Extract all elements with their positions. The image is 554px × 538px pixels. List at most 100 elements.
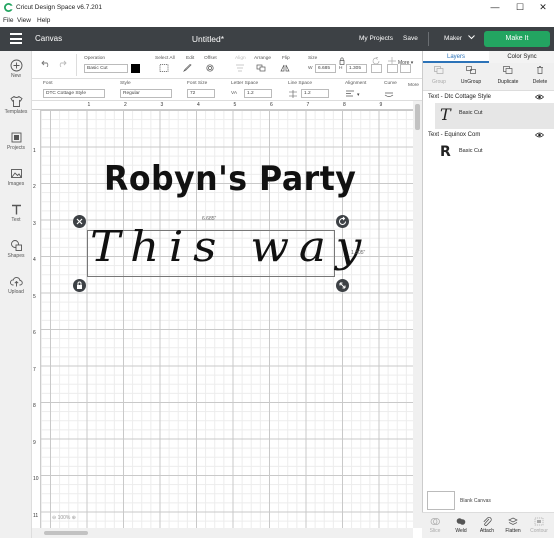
- align-left-icon[interactable]: [345, 90, 355, 98]
- window-title-bar: Cricut Design Space v6.7.201 — ☐ ✕: [0, 0, 554, 16]
- select-all-label: Select All: [155, 56, 175, 61]
- sidebar-item-label: Text: [11, 217, 21, 223]
- curve-icon[interactable]: [384, 90, 394, 98]
- blank-canvas-label: Blank Canvas: [460, 498, 491, 504]
- save-button[interactable]: Save: [403, 35, 418, 42]
- scrollbar-thumb[interactable]: [415, 104, 420, 130]
- minimize-button[interactable]: —: [483, 1, 507, 15]
- font-select[interactable]: DTC Cottage Style: [43, 89, 105, 98]
- chevron-down-icon[interactable]: ▾: [357, 92, 360, 98]
- curve-label: Curve: [384, 81, 397, 86]
- font-label: Font: [43, 81, 53, 86]
- ruler-tick-label: 6: [270, 102, 273, 108]
- style-select[interactable]: Regular: [120, 89, 172, 98]
- vertical-scrollbar[interactable]: [413, 101, 422, 528]
- duplicate-button[interactable]: Duplicate: [494, 66, 522, 85]
- rotate-input[interactable]: [371, 64, 382, 73]
- lock-handle[interactable]: [73, 279, 86, 292]
- undo-icon[interactable]: [41, 59, 51, 67]
- arrange-icon[interactable]: [256, 64, 266, 72]
- delete-handle[interactable]: [73, 215, 86, 228]
- scrollbar-thumb[interactable]: [44, 531, 88, 535]
- weld-icon: [456, 518, 466, 525]
- machine-selector[interactable]: Maker: [444, 35, 475, 42]
- horizontal-scrollbar[interactable]: [32, 528, 413, 538]
- width-prefix: W: [308, 66, 313, 71]
- ruler-tick-label: 1: [33, 147, 36, 154]
- weld-button[interactable]: Weld: [448, 517, 474, 534]
- ungroup-button[interactable]: UnGroup: [457, 66, 485, 85]
- sidebar-item-text[interactable]: Text: [0, 203, 32, 223]
- my-projects-link[interactable]: My Projects: [359, 35, 393, 42]
- heading-text-layer[interactable]: Robyn's Party: [104, 159, 356, 199]
- delete-button[interactable]: Delete: [526, 66, 554, 85]
- layer-operation-label: Basic Cut: [459, 110, 483, 116]
- line-space-icon: [289, 90, 297, 98]
- align-icon[interactable]: [235, 64, 245, 72]
- letter-space-input[interactable]: 1.2: [244, 89, 272, 98]
- redo-icon[interactable]: [57, 59, 67, 67]
- menu-help[interactable]: Help: [37, 17, 50, 24]
- sidebar-item-projects[interactable]: Projects: [0, 131, 32, 151]
- layer-group-cottage[interactable]: Text - Dtc Cottage Style T Basic Cut: [423, 94, 554, 134]
- height-prefix: H: [339, 66, 343, 71]
- sidebar-item-upload[interactable]: Upload: [0, 275, 32, 295]
- eye-icon[interactable]: [535, 132, 544, 138]
- eye-icon[interactable]: [535, 94, 544, 100]
- flatten-label: Flatten: [505, 528, 521, 534]
- shirt-icon: [9, 95, 23, 107]
- menu-file[interactable]: File: [3, 17, 13, 24]
- contour-icon: [534, 517, 544, 526]
- size-label: Size: [308, 56, 318, 61]
- toolbar-divider: [76, 54, 77, 76]
- offset-icon[interactable]: [205, 64, 215, 72]
- slice-button[interactable]: Slice: [422, 517, 448, 534]
- ruler-tick-label: 9: [33, 439, 36, 446]
- tab-color-sync[interactable]: Color Sync: [489, 51, 554, 63]
- layer-item[interactable]: T Basic Cut: [435, 103, 554, 129]
- make-it-button[interactable]: Make It: [484, 31, 550, 47]
- height-input[interactable]: 1.305: [346, 64, 367, 73]
- close-window-button[interactable]: ✕: [531, 1, 554, 15]
- sidebar-item-new[interactable]: New: [0, 59, 32, 79]
- align-label: Align: [235, 56, 246, 61]
- flatten-button[interactable]: Flatten: [500, 517, 526, 534]
- attach-button[interactable]: Attach: [474, 517, 500, 534]
- ruler-tick-label: 2: [124, 102, 127, 108]
- text-more-button[interactable]: More: [408, 83, 419, 88]
- line-space-input[interactable]: 1.2: [301, 89, 329, 98]
- tab-layers[interactable]: Layers: [423, 51, 489, 63]
- contour-button[interactable]: Contour: [526, 517, 552, 534]
- rotate-handle[interactable]: [336, 215, 349, 228]
- more-button[interactable]: More ▾: [398, 60, 413, 66]
- font-size-input[interactable]: 72: [187, 89, 215, 98]
- position-x-input[interactable]: [387, 64, 398, 73]
- text-more-label: More: [408, 83, 419, 88]
- ungroup-icon: [466, 66, 476, 74]
- group-button[interactable]: Group: [425, 66, 453, 85]
- width-input[interactable]: 6.685: [315, 64, 336, 73]
- sidebar-item-templates[interactable]: Templates: [0, 95, 32, 115]
- select-all-icon[interactable]: [159, 64, 169, 72]
- operation-color-swatch[interactable]: [131, 64, 140, 73]
- blank-canvas-swatch[interactable]: [427, 491, 455, 510]
- layer-group-equinox[interactable]: Text - Equinox Com R Basic Cut: [423, 132, 554, 172]
- flip-icon[interactable]: [280, 64, 290, 72]
- height-dimension: 1.305": [351, 250, 366, 256]
- script-text-layer[interactable]: This way: [90, 222, 371, 271]
- ruler-tick-label: 8: [33, 403, 36, 409]
- sidebar-item-shapes[interactable]: Shapes: [0, 239, 32, 259]
- maximize-button[interactable]: ☐: [508, 1, 532, 15]
- ruler-tick-label: 8: [343, 102, 346, 108]
- sidebar-item-images[interactable]: Images: [0, 167, 32, 187]
- operation-label: Operation: [84, 56, 106, 61]
- ruler-tick-label: 4: [197, 102, 200, 108]
- edit-icon[interactable]: [183, 64, 193, 72]
- resize-handle[interactable]: [336, 279, 349, 292]
- layer-item[interactable]: R Basic Cut: [435, 141, 554, 167]
- menu-view[interactable]: View: [17, 17, 31, 24]
- ruler-tick-label: 7: [306, 102, 310, 108]
- zoom-control[interactable]: ⊖ 100% ⊕: [52, 515, 76, 521]
- operation-select[interactable]: Basic Cut: [84, 64, 128, 73]
- shapes-icon: [10, 240, 22, 251]
